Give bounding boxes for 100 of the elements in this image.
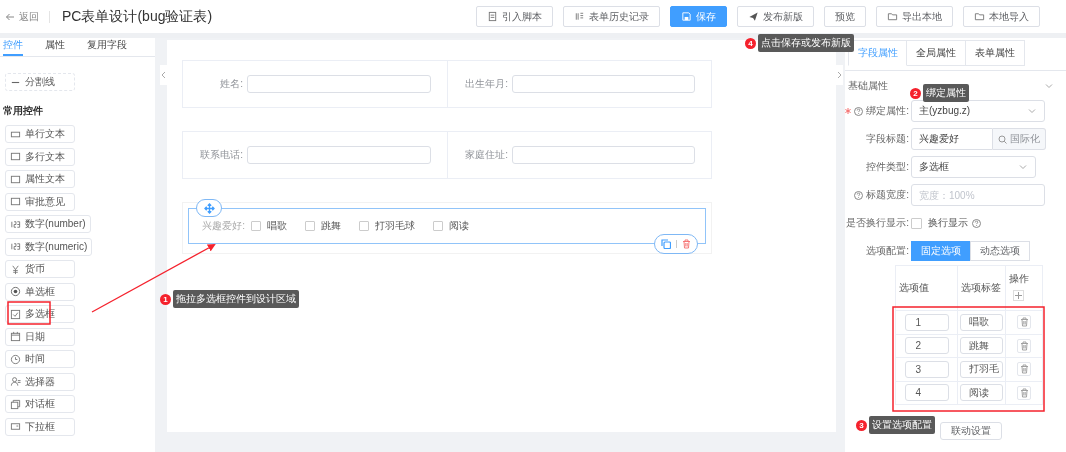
tooltip: 设置选项配置 — [869, 416, 935, 434]
chevron-icon — [1027, 106, 1037, 116]
input-field[interactable]: 4 — [904, 384, 949, 402]
document-icon — [487, 11, 498, 22]
control-item[interactable]: 数字(numeric) — [5, 237, 93, 256]
field-label: 姓名: — [219, 77, 243, 91]
checkbox-label: 跳舞 — [321, 219, 341, 233]
panel-tab[interactable]: 复用字段 — [87, 38, 127, 56]
control-item[interactable]: 分割线 — [5, 73, 75, 91]
back-arrow-icon — [5, 11, 15, 22]
control-item[interactable]: 多行文本 — [5, 147, 75, 166]
toolbar-button[interactable]: 发布新版 — [737, 6, 814, 27]
toolbar-button[interactable]: 表单历史记录 — [563, 6, 660, 27]
control-item[interactable]: 属性文本 — [5, 170, 75, 188]
checkbox[interactable] — [251, 221, 261, 231]
input-field[interactable]: 1 — [904, 313, 949, 331]
send-icon — [748, 11, 759, 22]
control-item[interactable]: 单选框 — [5, 282, 75, 301]
control-item[interactable]: 日期 — [5, 327, 75, 346]
trash-icon — [1019, 387, 1029, 398]
step-badge: 3 — [856, 419, 867, 431]
text-area-icon — [10, 173, 21, 185]
collapse-handle[interactable] — [836, 65, 843, 85]
input-field[interactable] — [247, 75, 431, 93]
panel-tab[interactable]: 全局属性 — [907, 40, 966, 66]
input-field[interactable] — [512, 75, 695, 93]
add-button[interactable] — [1013, 290, 1024, 301]
input-field[interactable]: 宽度：100% — [911, 184, 1045, 206]
folder-icon — [887, 11, 898, 22]
control-item[interactable]: 单行文本 — [5, 125, 75, 143]
control-item[interactable]: 货币 — [5, 260, 75, 278]
control-item[interactable]: 时间 — [5, 350, 75, 368]
step-badge: 2 — [910, 87, 921, 99]
input-field[interactable]: 2 — [904, 337, 949, 355]
number-icon — [10, 241, 21, 252]
input-field[interactable] — [512, 146, 695, 164]
input-field[interactable]: 唱歌 — [960, 313, 1003, 331]
trash-icon — [1019, 340, 1029, 351]
collapse-handle[interactable] — [160, 65, 167, 85]
plus-icon — [1015, 292, 1022, 299]
checkbox[interactable] — [359, 221, 369, 231]
trash-icon — [1019, 317, 1029, 328]
checkbox[interactable] — [911, 217, 922, 229]
field-label: 控件类型: — [866, 160, 909, 174]
control-item[interactable]: 数字(number) — [5, 215, 91, 233]
checkbox[interactable] — [305, 221, 315, 231]
field-label: 出生年月: — [464, 77, 508, 91]
input-field[interactable]: 打羽毛 — [960, 360, 1003, 378]
toolbar-button[interactable]: 引入脚本 — [476, 6, 553, 27]
column-header: 选项标签 — [958, 266, 1006, 311]
radio-icon — [10, 286, 21, 297]
select-field[interactable]: 多选框 — [911, 156, 1036, 178]
dialog-icon — [10, 398, 21, 410]
input-field[interactable]: 跳舞 — [960, 337, 1003, 355]
selected-field-frame[interactable]: 兴趣爱好: 唱歌 跳舞 打羽毛球 阅读 — [188, 208, 706, 244]
control-item[interactable]: 选择器 — [5, 372, 75, 391]
segment-button[interactable]: 动态选项 — [970, 241, 1030, 261]
move-icon — [203, 202, 215, 214]
dropdown-icon — [10, 421, 21, 432]
number-icon — [10, 218, 21, 230]
checkbox[interactable] — [433, 221, 443, 231]
section-heading: 基础属性 — [848, 79, 888, 93]
control-item[interactable]: 审批意见 — [5, 192, 75, 211]
checkbox-label: 打羽毛球 — [375, 219, 415, 233]
section-heading: 常用控件 — [3, 104, 44, 118]
chevron-right-icon — [837, 71, 842, 79]
copy-icon — [661, 239, 671, 249]
toolbar-button[interactable]: 导出本地 — [876, 6, 953, 27]
field-label: 标题宽度: — [866, 188, 909, 202]
help-icon — [972, 218, 981, 228]
clock-icon — [10, 353, 21, 365]
select-field[interactable]: 主(yzbug.z) — [911, 100, 1045, 122]
save-icon — [681, 11, 692, 22]
drag-handle[interactable] — [196, 199, 222, 217]
column-header: 操作 — [1009, 272, 1029, 286]
field-label: 是否换行显示: — [846, 216, 909, 230]
input-field[interactable]: 3 — [904, 360, 949, 378]
copy-button[interactable] — [661, 239, 671, 249]
user-icon — [10, 376, 21, 387]
step-badge: 1 — [160, 293, 171, 305]
trash-icon — [1019, 364, 1029, 375]
checkbox-label: 唱歌 — [267, 219, 287, 233]
linkage-button[interactable]: 联动设置 — [940, 422, 1002, 440]
checkbox-label: 换行显示 — [928, 216, 968, 230]
panel-tab[interactable]: 表单属性 — [966, 40, 1025, 66]
chevron-icon — [1018, 162, 1028, 172]
delete-button[interactable] — [682, 239, 691, 249]
toolbar-button[interactable]: 预览 — [824, 6, 866, 27]
step-badge: 4 — [745, 37, 756, 49]
back-link[interactable]: 返回 — [5, 9, 39, 24]
control-item[interactable]: 下拉框 — [5, 417, 75, 436]
input-field[interactable] — [247, 146, 431, 164]
input-field[interactable]: 兴趣爱好 — [911, 128, 993, 150]
folder-icon — [974, 11, 985, 22]
toolbar-button[interactable]: 本地导入 — [963, 6, 1040, 27]
input-field[interactable]: 阅读 — [960, 384, 1003, 402]
panel-tab[interactable]: 属性 — [45, 38, 65, 56]
chevron-icon[interactable] — [1044, 81, 1054, 91]
tooltip: 点击保存或发布新版 — [758, 34, 854, 52]
control-item[interactable]: 对话框 — [5, 395, 75, 413]
